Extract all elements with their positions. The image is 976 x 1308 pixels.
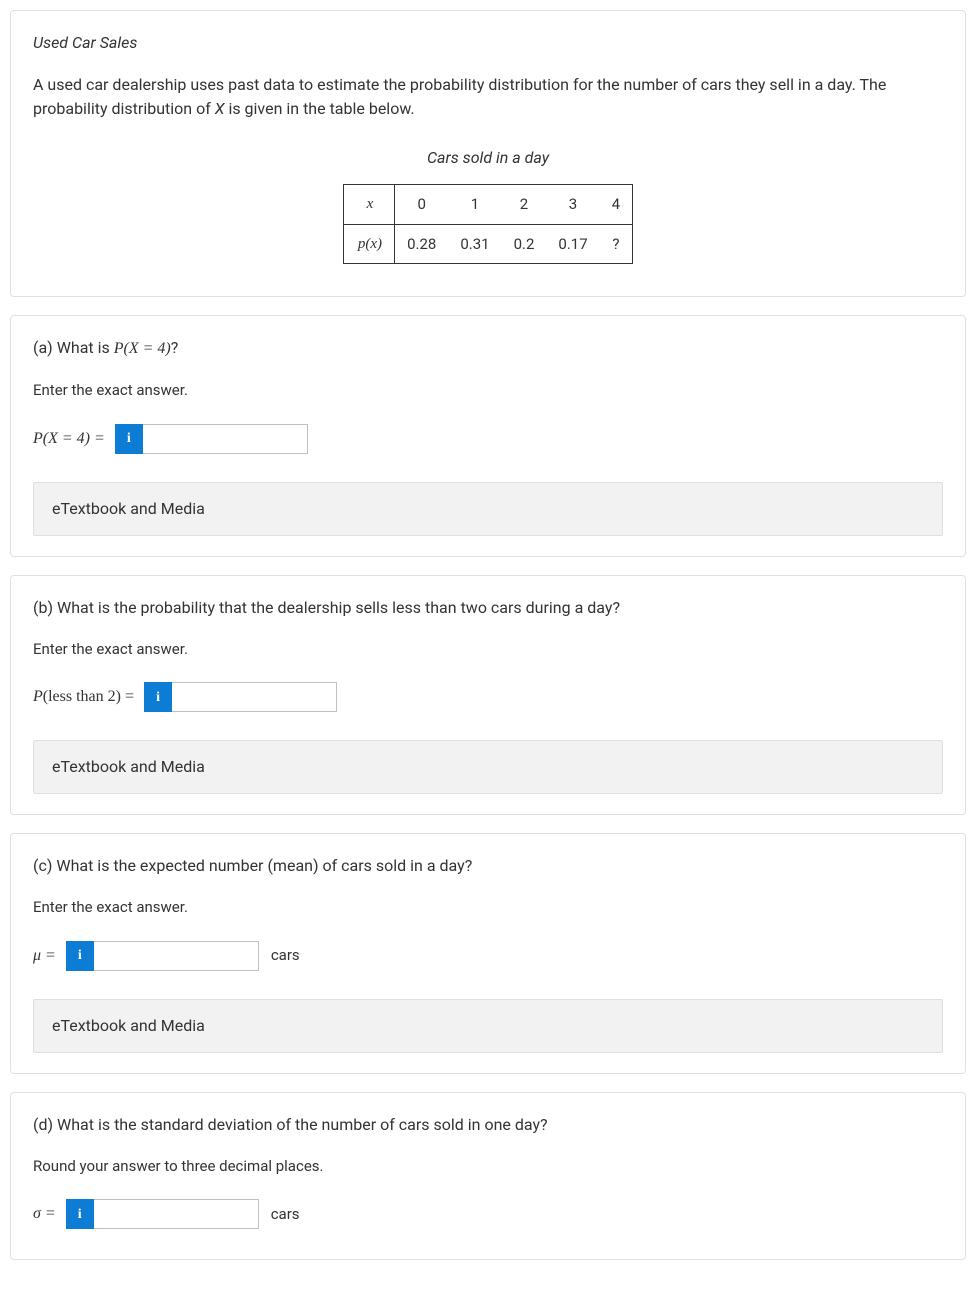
problem-title: Used Car Sales bbox=[33, 31, 943, 55]
part-a-input[interactable] bbox=[143, 424, 308, 454]
part-d-input[interactable] bbox=[94, 1199, 259, 1229]
info-icon[interactable]: i bbox=[66, 941, 94, 971]
part-b-question: (b) What is the probability that the dea… bbox=[33, 596, 943, 620]
part-d-unit: cars bbox=[271, 1203, 300, 1226]
table-row: p(x) 0.28 0.31 0.2 0.17 ? bbox=[343, 224, 632, 264]
info-icon[interactable]: i bbox=[115, 424, 143, 454]
part-c-answer-row: μ = i cars bbox=[33, 941, 943, 971]
part-a-question: (a) What is P(X = 4)? bbox=[33, 336, 943, 361]
part-b-instruction: Enter the exact answer. bbox=[33, 638, 943, 661]
part-a-panel: (a) What is P(X = 4)? Enter the exact an… bbox=[10, 315, 966, 557]
row-label-x: x bbox=[343, 185, 394, 225]
part-c-instruction: Enter the exact answer. bbox=[33, 896, 943, 919]
part-c-question: (c) What is the expected number (mean) o… bbox=[33, 854, 943, 878]
part-b-answer-row: P(less than 2) = i bbox=[33, 682, 943, 712]
part-d-panel: (d) What is the standard deviation of th… bbox=[10, 1092, 966, 1261]
part-b-panel: (b) What is the probability that the dea… bbox=[10, 575, 966, 816]
part-c-panel: (c) What is the expected number (mean) o… bbox=[10, 833, 966, 1074]
part-d-answer-row: σ = i cars bbox=[33, 1199, 943, 1229]
info-icon[interactable]: i bbox=[144, 682, 172, 712]
etextbook-button[interactable]: eTextbook and Media bbox=[33, 999, 943, 1053]
intro-panel: Used Car Sales A used car dealership use… bbox=[10, 10, 966, 297]
table-row: x 0 1 2 3 4 bbox=[343, 185, 632, 225]
etextbook-button[interactable]: eTextbook and Media bbox=[33, 740, 943, 794]
table-caption: Cars sold in a day bbox=[33, 146, 943, 170]
part-d-question: (d) What is the standard deviation of th… bbox=[33, 1113, 943, 1137]
part-b-input[interactable] bbox=[172, 682, 337, 712]
part-c-label: μ = bbox=[33, 944, 56, 968]
etextbook-button[interactable]: eTextbook and Media bbox=[33, 482, 943, 536]
part-a-answer-row: P(X = 4) = i bbox=[33, 424, 943, 454]
probability-table: x 0 1 2 3 4 p(x) 0.28 0.31 0.2 0.17 ? bbox=[343, 184, 633, 264]
problem-description: A used car dealership uses past data to … bbox=[33, 73, 943, 121]
info-icon[interactable]: i bbox=[66, 1199, 94, 1229]
part-d-label: σ = bbox=[33, 1202, 56, 1226]
part-a-label: P(X = 4) = bbox=[33, 427, 105, 451]
row-label-px: p(x) bbox=[343, 224, 394, 264]
part-d-instruction: Round your answer to three decimal place… bbox=[33, 1155, 943, 1178]
part-c-input[interactable] bbox=[94, 941, 259, 971]
part-a-instruction: Enter the exact answer. bbox=[33, 379, 943, 402]
part-b-label: P(less than 2) = bbox=[33, 685, 134, 709]
part-c-unit: cars bbox=[271, 944, 300, 967]
